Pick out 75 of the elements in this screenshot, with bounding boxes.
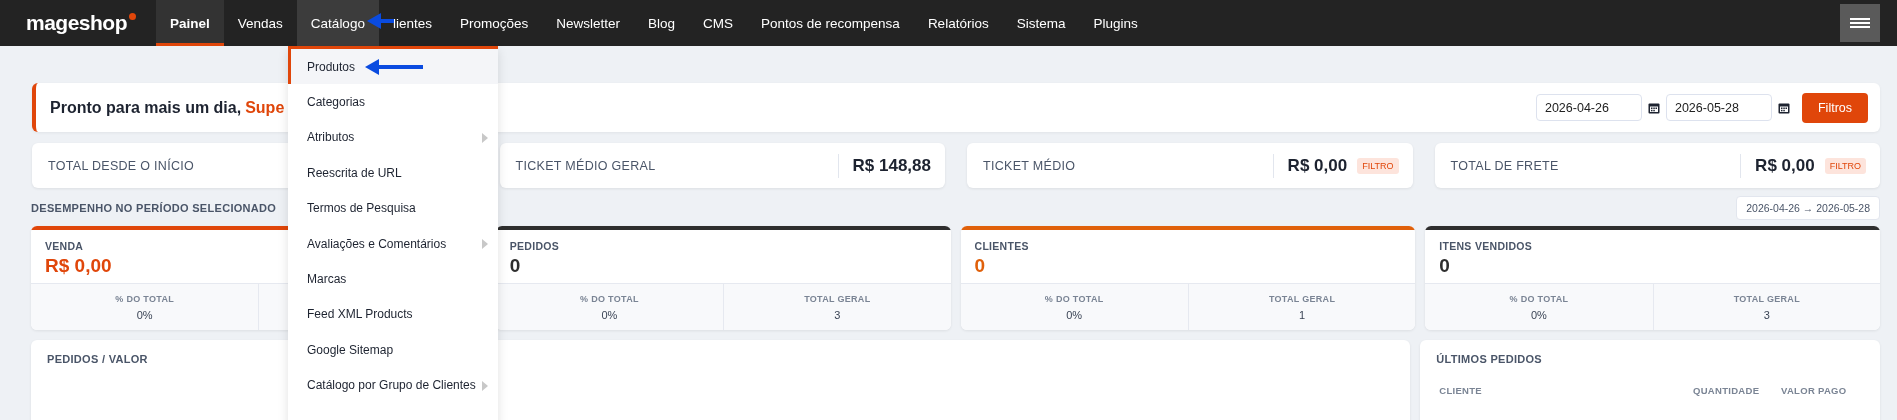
stat-value: 1 (1299, 308, 1306, 321)
column-header: QUANTIDADE (1693, 385, 1761, 396)
stat-value: 0% (1066, 308, 1083, 321)
stat-value: 0% (1531, 308, 1547, 321)
stat-value: 3 (1763, 308, 1770, 321)
nav-item[interactable]: Plugins (1079, 0, 1152, 46)
panel-title: ÚLTIMOS PEDIDOS (1436, 353, 1543, 365)
calendar-icon[interactable] (1777, 101, 1790, 114)
stat-label: % DO TOTAL (580, 293, 639, 304)
stat-value: 3 (834, 308, 841, 321)
menu-item[interactable]: Avaliações e Comentários (288, 225, 498, 262)
end-date-field[interactable]: 2026-05-28 (1665, 94, 1772, 121)
filter-badge: FILTRO (1824, 157, 1866, 174)
stat-label: TOTAL GERAL (1268, 293, 1336, 304)
nav-item[interactable]: Pontos de recompensa (747, 0, 914, 46)
summary-value: R$ 0,00 (1740, 153, 1815, 178)
submenu-caret-icon (482, 380, 488, 391)
stat-label: % DO TOTAL (115, 293, 174, 304)
calendar-icon[interactable] (1647, 101, 1660, 114)
stat-label: % DO TOTAL (1044, 293, 1104, 304)
nav-item[interactable]: Relatórios (913, 0, 1003, 46)
menu-button[interactable] (1840, 4, 1880, 42)
stat-value: 0% (601, 308, 618, 321)
stat-label: % DO TOTAL (1509, 293, 1569, 304)
nav-item[interactable]: lientes (378, 0, 446, 46)
summary-label: TICKET MÉDIO GERAL (515, 158, 656, 173)
metric-label: ITENS VENDIDOS (1439, 240, 1533, 252)
metric-label: VENDA (45, 240, 84, 252)
date-range-label: 2026-04-26 → 2026-05-28 (1736, 196, 1880, 220)
column-header: CLIENTE (1439, 385, 1483, 396)
pointer-arrow-icon (365, 59, 423, 75)
metric-value: 0 (1439, 255, 1450, 277)
metric-label: CLIENTES (974, 240, 1029, 252)
nav-item[interactable]: Vendas (223, 0, 297, 46)
submenu-caret-icon (482, 132, 488, 143)
filter-badge: FILTRO (1357, 157, 1399, 174)
metric-value: R$ 0,00 (45, 255, 112, 277)
pointer-arrow-icon (367, 13, 394, 29)
metric-value: 0 (509, 255, 521, 277)
menu-item[interactable]: Feed XML Products (288, 296, 498, 333)
menu-item[interactable]: Catálogo por Grupo de Clientes (288, 367, 498, 403)
stat-value: 0% (136, 308, 153, 321)
nav-item[interactable]: Painel (156, 0, 224, 46)
user-name: Supe (245, 98, 285, 117)
start-date-field[interactable]: 2026-04-26 (1535, 94, 1642, 121)
stat-label: TOTAL GERAL (804, 293, 871, 304)
summary-label: TICKET MÉDIO (983, 158, 1076, 173)
menu-item[interactable]: Produtos (288, 49, 498, 85)
nav-item[interactable]: Promoções (445, 0, 543, 46)
welcome-heading: Pronto para mais um dia, (50, 98, 242, 117)
logo[interactable]: mageshop (26, 0, 137, 46)
stat-label: TOTAL GERAL (1733, 293, 1800, 304)
column-header: VALOR PAGO (1781, 385, 1848, 396)
menu-item[interactable]: Reescrita de URL (288, 155, 498, 191)
menu-item[interactable]: Categorias (288, 84, 498, 120)
filter-button[interactable]: Filtros (1801, 92, 1868, 123)
summary-label: TOTAL DE FRETE (1450, 158, 1559, 173)
summary-value: R$ 0,00 (1272, 153, 1348, 178)
menu-item[interactable]: Termos de Pesquisa (288, 190, 498, 226)
summary-value: R$ 148,88 (837, 153, 931, 178)
nav-item[interactable]: Catálogo (296, 0, 379, 46)
menu-item[interactable]: Marcas (288, 261, 498, 297)
menu-item[interactable]: Google Sitemap (288, 332, 498, 368)
menu-icon (1850, 18, 1870, 28)
nav-item[interactable]: Newsletter (542, 0, 634, 46)
submenu-caret-icon (482, 238, 488, 249)
nav-item[interactable]: Sistema (1002, 0, 1080, 46)
nav-item[interactable]: CMS (689, 0, 748, 46)
nav-item[interactable]: Blog (634, 0, 690, 46)
panel-title: PEDIDOS / VALOR (47, 353, 149, 365)
summary-label: TOTAL DESDE O INÍCIO (48, 158, 195, 173)
metric-label: PEDIDOS (509, 240, 560, 252)
menu-item[interactable]: Atributos (288, 119, 498, 156)
metric-value: 0 (974, 255, 986, 277)
section-title: DESEMPENHO NO PERÍODO SELECIONADO (31, 202, 277, 214)
